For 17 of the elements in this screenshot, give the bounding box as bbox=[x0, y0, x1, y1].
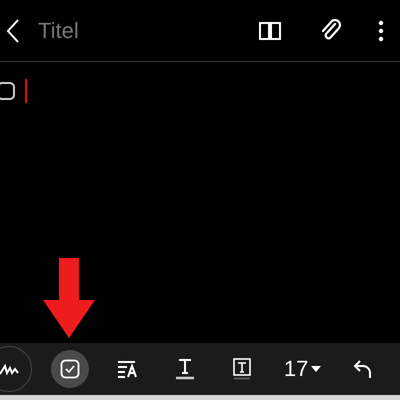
checklist-button[interactable] bbox=[51, 350, 90, 388]
text-color-icon bbox=[174, 358, 195, 380]
handwriting-icon bbox=[0, 362, 19, 376]
paperclip-icon[interactable] bbox=[320, 18, 342, 42]
font-size-dropdown[interactable]: 17 bbox=[280, 350, 325, 388]
back-icon[interactable] bbox=[6, 18, 20, 44]
more-icon[interactable] bbox=[378, 20, 384, 42]
checkbox-icon bbox=[60, 359, 80, 379]
arrow-icon bbox=[43, 258, 95, 338]
text-highlight-icon bbox=[232, 358, 252, 380]
title-field[interactable]: Titel bbox=[38, 18, 158, 44]
caret-icon bbox=[311, 366, 322, 372]
undo-icon bbox=[352, 359, 373, 379]
book-icon[interactable] bbox=[258, 20, 282, 40]
checkbox[interactable] bbox=[0, 82, 15, 100]
text-style-icon bbox=[116, 360, 139, 378]
text-cursor bbox=[25, 79, 27, 103]
